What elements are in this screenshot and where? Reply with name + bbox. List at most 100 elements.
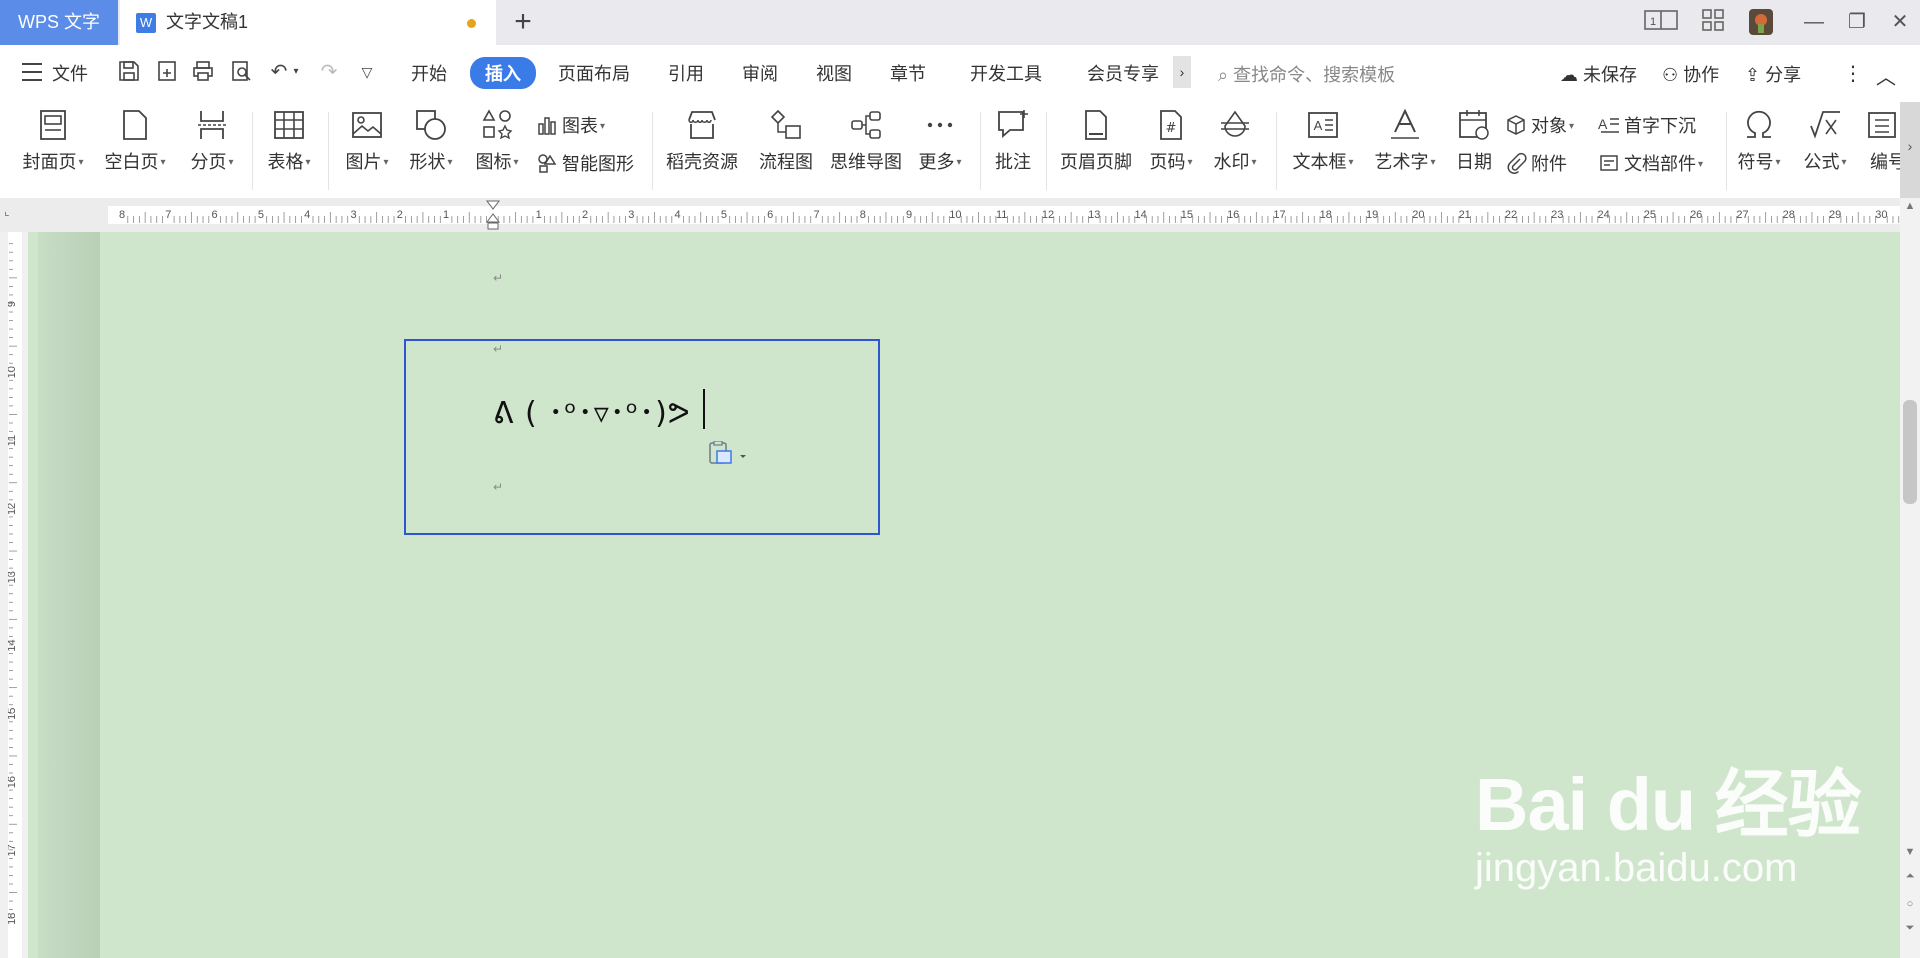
ruler-label: 19 [1366, 209, 1378, 221]
tab-chapter[interactable]: 章节 [890, 60, 926, 86]
numbering-icon [1868, 112, 1896, 138]
tab-member[interactable]: 会员专享 [1087, 60, 1159, 86]
grid-apps-button[interactable] [1699, 8, 1727, 36]
tab-start[interactable]: 开始 [411, 60, 447, 86]
tab-insert[interactable]: 插入 [470, 57, 536, 89]
formula-button[interactable]: 公式 ▾ [1798, 108, 1852, 174]
watermark-button[interactable]: 水印 ▾ [1208, 108, 1262, 174]
customize-quick-access-icon[interactable]: ▽ [354, 59, 380, 85]
app-tab[interactable]: WPS 文字 [0, 0, 118, 45]
doc-parts-button[interactable]: 文档部件 ▾ [1598, 150, 1703, 176]
tab-page-layout[interactable]: 页面布局 [558, 60, 630, 86]
ruler-label: 20 [1412, 209, 1424, 221]
kaomoji-text[interactable]: ᕕ ( ･ᵒ･▿･ᵒ･)ᕗ [493, 388, 691, 432]
page-break-button[interactable]: 分页 ▾ [182, 108, 242, 174]
scroll-thumb[interactable] [1903, 400, 1917, 504]
textbox-button[interactable]: A 文本框 ▾ [1288, 108, 1358, 174]
vertical-scrollbar[interactable]: ▲ ▼ ⏶ ○ ⏷ [1900, 198, 1920, 958]
previous-page-icon[interactable]: ⏶ [1900, 870, 1920, 883]
ruler-label: 21 [1459, 209, 1471, 221]
horizontal-ruler[interactable]: ⌞ 8 7 6 5 4 3 2 1 1 2 3 4 5 6 7 8 9 10 11 12 13 14 15 16 17 18 19 2… [0, 198, 1920, 232]
tabs-more-chevron-icon[interactable]: › [1173, 56, 1191, 88]
tab-review[interactable]: 审阅 [742, 60, 778, 86]
ruler-label: 6 [767, 209, 773, 221]
collaborate-button[interactable]: ⚇ 协作 [1662, 61, 1719, 87]
cover-page-icon [40, 110, 66, 140]
page-number-button[interactable]: # 页码 ▾ [1144, 108, 1198, 174]
vertical-ruler-label: 12 [8, 503, 18, 515]
restore-button[interactable]: ❐ [1843, 8, 1871, 36]
tab-view[interactable]: 视图 [816, 60, 852, 86]
more-options-icon[interactable]: ⋮ [1843, 61, 1863, 86]
table-button[interactable]: 表格 ▾ [262, 108, 316, 174]
indent-marker-icon[interactable] [486, 200, 500, 230]
user-avatar[interactable] [1748, 8, 1774, 36]
shape-button[interactable]: 形状 ▾ [404, 108, 458, 174]
redo-button[interactable]: ↷ [316, 59, 342, 85]
scroll-down-icon[interactable]: ▼ [1900, 846, 1920, 858]
collaborate-label: 协作 [1683, 65, 1720, 85]
undo-dropdown-icon[interactable]: ▾ [289, 59, 303, 85]
chart-button[interactable]: 图表 ▾ [536, 112, 605, 138]
doc-parts-label: 文档部件 [1624, 154, 1696, 174]
symbol-button[interactable]: 符号 ▾ [1732, 108, 1786, 174]
more-button[interactable]: 更多 ▾ [914, 108, 966, 174]
unsaved-button[interactable]: ☁ 未保存 [1560, 61, 1637, 87]
cover-page-button[interactable]: 封面页 ▾ [18, 108, 88, 174]
ribbon-divider [1276, 112, 1277, 190]
header-footer-button[interactable]: 页眉页脚 [1056, 108, 1136, 174]
new-tab-button[interactable]: + [508, 4, 538, 40]
ribbon-scroll[interactable]: › [1900, 102, 1920, 198]
tab-developer[interactable]: 开发工具 [970, 60, 1042, 86]
close-button[interactable]: ✕ [1886, 8, 1914, 36]
ruler-label: 30 [1875, 209, 1887, 221]
save-button[interactable] [116, 59, 142, 85]
export-pdf-button[interactable] [154, 59, 180, 85]
minimize-button[interactable]: — [1800, 8, 1828, 36]
blank-page-button[interactable]: 空白页 ▾ [100, 108, 170, 174]
ruler-label: 13 [1088, 209, 1100, 221]
attachment-button[interactable]: 附件 [1505, 150, 1567, 176]
ribbon-scroll-right-icon[interactable]: › [1900, 138, 1920, 154]
flowchart-button[interactable]: 流程图 [755, 108, 817, 174]
table-icon [274, 111, 304, 139]
object-button[interactable]: 对象 ▾ [1505, 112, 1574, 138]
document-tab[interactable]: W 文字文稿1 [120, 0, 496, 45]
ruler-label: 3 [628, 209, 634, 221]
daoke-resource-button[interactable]: 稻壳资源 [662, 108, 742, 174]
tab-stop-selector-icon[interactable]: ⌞ [4, 204, 10, 218]
page-view-button[interactable]: 1 [1643, 8, 1679, 36]
collapse-ribbon-icon[interactable]: ︿ [1876, 61, 1896, 90]
file-menu[interactable]: 文件 [22, 60, 88, 86]
text-box[interactable] [404, 339, 880, 535]
comment-label: 批注 [995, 152, 1031, 172]
paste-options-button[interactable] [708, 440, 748, 467]
comment-button[interactable]: 批注 [990, 108, 1036, 174]
share-button[interactable]: ⇪ 分享 [1745, 61, 1801, 87]
print-preview-button[interactable] [228, 59, 254, 85]
watermark-url: jingyan.baidu.com [1475, 846, 1798, 890]
mindmap-button[interactable]: 思维导图 [828, 108, 904, 174]
vertical-ruler-label: 11 [8, 435, 18, 446]
menu-bar: 文件 ↶ ▾ ↷ ▽ 开始 插入 页面布局 引用 审阅 视图 章节 开发工具 会… [0, 45, 1920, 102]
formula-label: 公式 [1803, 152, 1840, 172]
smart-art-button[interactable]: 智能图形 [536, 150, 634, 176]
mindmap-icon [851, 111, 881, 139]
wordart-button[interactable]: 艺术字 ▾ [1370, 108, 1440, 174]
numbering-button[interactable]: 编号 [1862, 108, 1900, 174]
picture-button[interactable]: 图片 ▾ [340, 108, 394, 174]
print-button[interactable] [190, 59, 216, 85]
cloud-icon: ☁ [1560, 65, 1578, 85]
icon-button[interactable]: 图标 ▾ [470, 108, 524, 174]
watermark-label: 水印 [1213, 152, 1250, 172]
scroll-up-icon[interactable]: ▲ [1900, 200, 1920, 212]
attachment-label: 附件 [1531, 154, 1567, 174]
text-cursor [703, 389, 705, 429]
date-button[interactable]: 日期 [1452, 108, 1496, 174]
command-search[interactable]: ⌕ 查找命令、搜索模板 [1218, 61, 1395, 87]
tab-references[interactable]: 引用 [668, 60, 704, 86]
select-browse-object-icon[interactable]: ○ [1900, 898, 1920, 910]
next-page-icon[interactable]: ⏷ [1900, 922, 1920, 935]
ruler-label: 15 [1181, 209, 1193, 221]
drop-cap-button[interactable]: A 首字下沉 [1598, 112, 1696, 138]
